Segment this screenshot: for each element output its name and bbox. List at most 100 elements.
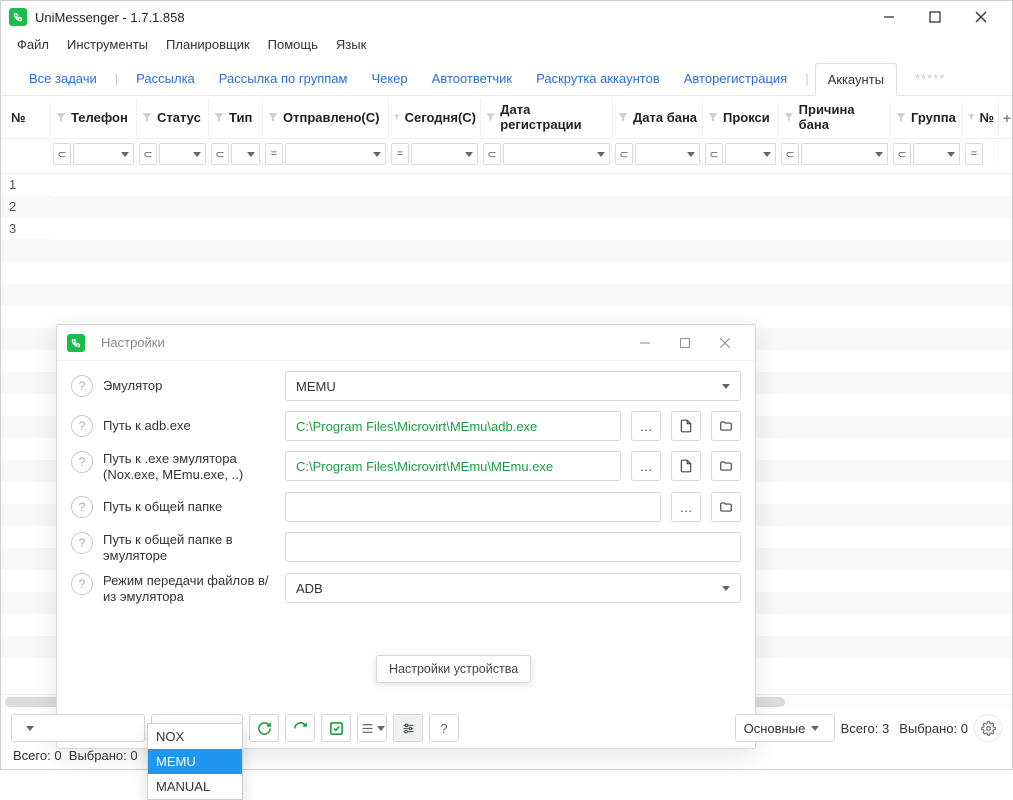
dots-button[interactable]: … [671,492,701,522]
col-bandate[interactable]: Дата бана [613,98,703,136]
tab-stars: ***** [897,71,945,86]
filter-op[interactable]: ⊂ [893,143,911,165]
close-button[interactable] [958,1,1004,33]
filter-dropdown[interactable] [503,143,610,165]
dropdown-option-memu[interactable]: MEMU [148,749,242,774]
help-icon[interactable]: ? [71,415,93,437]
dialog-close-button[interactable] [705,325,745,361]
refresh-all-button[interactable] [249,714,279,742]
tab-all-tasks[interactable]: Все задачи [17,62,109,95]
shared-path-input[interactable] [285,492,661,522]
filter-dropdown[interactable] [159,143,206,165]
filter-op[interactable]: ⊂ [781,143,799,165]
tab-group-broadcast[interactable]: Рассылка по группам [207,62,360,95]
caret-down-icon [26,726,34,731]
col-regdate[interactable]: Дата регистрации [481,98,613,136]
col-proxy[interactable]: Прокси [703,98,779,136]
caret-down-icon [597,152,605,157]
filter-dropdown[interactable] [725,143,776,165]
col-group[interactable]: Группа [891,98,963,136]
filter-dropdown[interactable] [73,143,134,165]
menu-tools[interactable]: Инструменты [67,37,148,52]
filter-icon [967,111,976,123]
dropdown-option-nox[interactable]: NOX [148,724,242,749]
dialog-minimize-button[interactable] [625,325,665,361]
filter-dropdown[interactable] [285,143,386,165]
filter-dropdown[interactable] [801,143,888,165]
tab-broadcast[interactable]: Рассылка [124,62,207,95]
category-dropdown-1[interactable] [11,714,145,742]
add-column-button[interactable]: + [1003,110,1011,126]
col-today[interactable]: Сегодня(С) [389,98,481,136]
adb-path-input[interactable]: C:\Program Files\Microvirt\MEmu\adb.exe [285,411,621,441]
maximize-button[interactable] [912,1,958,33]
grid-row-number[interactable]: 2 [1,196,51,218]
dialog-maximize-button[interactable] [665,325,705,361]
tab-promo[interactable]: Раскрутка аккаунтов [524,62,672,95]
minimize-button[interactable] [866,1,912,33]
filter-op[interactable]: = [391,143,409,165]
filter-op[interactable]: = [265,143,283,165]
filter-op[interactable]: ⊂ [139,143,157,165]
grid-row-number[interactable]: 3 [1,218,51,240]
help-icon[interactable]: ? [71,496,93,518]
help-button[interactable]: ? [429,714,459,742]
menu-scheduler[interactable]: Планировщик [166,37,250,52]
col-num[interactable]: № [7,98,51,136]
help-icon[interactable]: ? [71,532,93,554]
help-icon[interactable]: ? [71,375,93,397]
emulator-select[interactable]: MEMU [285,371,741,401]
col-status[interactable]: Статус [137,98,209,136]
view-dropdown[interactable]: Основные [735,714,835,742]
filter-dropdown[interactable] [231,143,260,165]
menu-file[interactable]: Файл [17,37,49,52]
col-type[interactable]: Тип [209,98,263,136]
dialog-title: Настройки [101,335,625,350]
file-icon-button[interactable] [671,451,701,481]
filter-dropdown[interactable] [635,143,700,165]
tab-checker[interactable]: Чекер [359,62,419,95]
tab-autoreply[interactable]: Автоответчик [420,62,524,95]
tab-autoreg[interactable]: Авторегистрация [672,62,799,95]
menu-help[interactable]: Помощь [268,37,318,52]
filter-op[interactable]: ⊂ [615,143,633,165]
menu-lang[interactable]: Язык [336,37,366,52]
exe-path-input[interactable]: C:\Program Files\Microvirt\MEmu\MEmu.exe [285,451,621,481]
filter-op[interactable]: ⊂ [211,143,229,165]
col-banreason[interactable]: Причина бана [779,98,891,136]
refresh-button[interactable] [285,714,315,742]
col-num2[interactable]: № [963,98,999,136]
dots-button[interactable]: … [631,451,661,481]
col-group-label: Группа [911,110,956,125]
shared-emu-path-input[interactable] [285,532,741,562]
dots-button[interactable]: … [631,411,661,441]
row-adb-path: ? Путь к adb.exe C:\Program Files\Microv… [71,411,741,441]
device-settings-button[interactable] [393,714,423,742]
folder-icon-button[interactable] [711,451,741,481]
folder-icon-button[interactable] [711,492,741,522]
col-sent[interactable]: Отправлено(С) [263,98,389,136]
grid-row-number[interactable]: 1 [1,174,51,196]
col-phone[interactable]: Телефон [51,98,137,136]
filter-dropdown[interactable] [411,143,478,165]
filter-op[interactable]: ⊂ [483,143,501,165]
filter-op[interactable]: ⊂ [53,143,71,165]
window-title: UniMessenger - 1.7.1.858 [35,10,866,25]
settings-gear-button[interactable] [974,714,1002,742]
filter-dropdown[interactable] [913,143,960,165]
transfer-select[interactable]: ADB [285,573,741,603]
help-icon[interactable]: ? [71,451,93,473]
settings-dialog: Настройки ? Эмулятор MEMU ? Путь к adb.e… [56,324,756,749]
list-button[interactable] [357,714,387,742]
col-num2-label: № [980,110,995,125]
col-bandate-label: Дата бана [633,110,697,125]
filter-op[interactable]: ⊂ [705,143,723,165]
check-button[interactable] [321,714,351,742]
file-icon-button[interactable] [671,411,701,441]
tab-accounts[interactable]: Аккаунты [815,63,897,96]
dropdown-option-manual[interactable]: MANUAL [148,774,242,799]
help-icon[interactable]: ? [71,573,93,595]
folder-icon-button[interactable] [711,411,741,441]
col-num-label: № [11,110,26,125]
filter-op[interactable]: = [965,143,983,165]
